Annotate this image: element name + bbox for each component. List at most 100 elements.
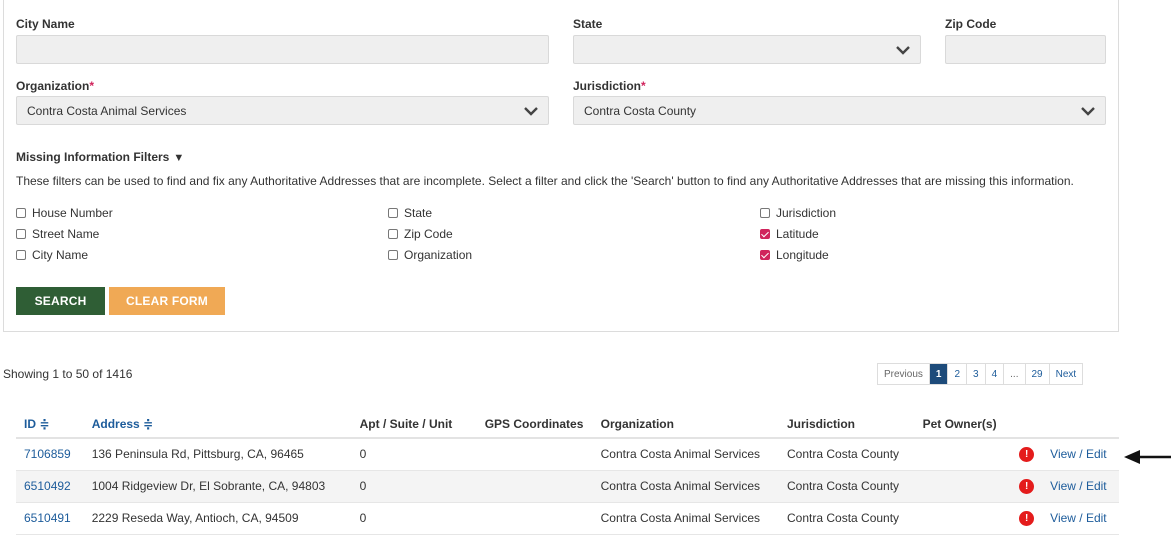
results-count: Showing 1 to 50 of 1416 [3,367,133,381]
checkbox-checked[interactable] [760,250,770,260]
row-pet-owners [914,438,1012,471]
checkbox-label: Organization [404,248,473,262]
row-gps [476,438,593,471]
row-organization: Contra Costa Animal Services [592,502,779,535]
state-select[interactable] [573,35,921,64]
pagination-next[interactable]: Next [1050,364,1083,384]
column-header-actions [1042,411,1119,439]
checkbox[interactable] [760,208,770,218]
chevron-down-icon [1081,107,1095,116]
organization-select-value: Contra Costa Animal Services [27,103,187,118]
column-header-address[interactable]: Address ≑ [83,411,352,439]
row-address: 2229 Reseda Way, Antioch, CA, 94509 [83,502,352,535]
jurisdiction-select[interactable]: Contra Costa County [573,96,1106,125]
pagination-page-2[interactable]: 2 [948,364,968,384]
row-gps [476,470,593,503]
checkbox-label: Latitude [776,227,819,241]
checkbox-checked[interactable] [760,229,770,239]
search-button[interactable]: SEARCH [16,287,105,315]
column-header-pet-owners: Pet Owner(s) [914,411,1012,439]
checkbox-label: Jurisdiction [776,206,837,220]
jurisdiction-label: Jurisdiction* [573,79,646,93]
organization-select[interactable]: Contra Costa Animal Services [16,96,549,125]
filter-organization[interactable]: Organization [388,248,472,262]
table-row: 6510491 2229 Reseda Way, Antioch, CA, 94… [16,502,1119,535]
row-id-link[interactable]: 7106859 [16,438,84,471]
filter-jurisdiction[interactable]: Jurisdiction [760,206,836,220]
table-row: 6510492 1004 Ridgeview Dr, El Sobrante, … [16,470,1119,503]
checkbox[interactable] [16,229,26,239]
filter-street-name[interactable]: Street Name [16,227,99,241]
row-unit: 0 [351,470,477,503]
city-name-input[interactable] [16,35,549,64]
filters-description: These filters can be used to find and fi… [16,174,1074,188]
clear-form-button[interactable]: CLEAR FORM [109,287,225,315]
row-address: 1004 Ridgeview Dr, El Sobrante, CA, 9480… [83,470,352,503]
column-header-jurisdiction: Jurisdiction [779,411,915,439]
row-organization: Contra Costa Animal Services [592,438,779,471]
filter-house-number[interactable]: House Number [16,206,113,220]
checkbox[interactable] [388,208,398,218]
row-alert-cell: ! [1011,470,1043,503]
table-row: 7106859 136 Peninsula Rd, Pittsburg, CA,… [16,438,1119,471]
required-marker: * [89,79,95,93]
state-label: State [573,17,603,31]
filters-title: Missing Information Filters [16,150,170,164]
chevron-down-icon [524,107,538,116]
organization-label-text: Organization [16,79,90,93]
row-pet-owners [914,470,1012,503]
pagination-previous[interactable]: Previous [878,364,930,384]
filter-latitude[interactable]: Latitude [760,227,819,241]
column-header-id[interactable]: ID ≑ [16,411,84,439]
pagination-page-1[interactable]: 1 [929,364,949,384]
exclamation-circle-icon: ! [1019,447,1035,463]
row-jurisdiction: Contra Costa County [779,470,915,503]
checkbox-label: Longitude [776,248,829,262]
column-header-unit: Apt / Suite / Unit [351,411,477,439]
checkbox[interactable] [16,208,26,218]
pagination: Previous 1 2 3 4 ... 29 Next [877,363,1084,385]
view-edit-link[interactable]: View / Edit [1042,502,1119,535]
filter-city-name[interactable]: City Name [16,248,88,262]
addresses-table: ID ≑ Address ≑ Apt / Suite / Unit GPS Co… [16,411,1119,535]
exclamation-circle-icon: ! [1019,479,1035,494]
column-header-organization: Organization [592,411,779,439]
table-header-row: ID ≑ Address ≑ Apt / Suite / Unit GPS Co… [16,411,1119,439]
exclamation-circle-icon: ! [1019,511,1035,526]
column-header-gps: GPS Coordinates [476,411,593,439]
arrow-left-icon [1124,450,1171,464]
filter-longitude[interactable]: Longitude [760,248,829,262]
row-unit: 0 [351,502,477,535]
jurisdiction-select-value: Contra Costa County [584,103,697,118]
filter-zip-code[interactable]: Zip Code [388,227,453,241]
checkbox[interactable] [16,250,26,260]
pagination-page-3[interactable]: 3 [967,364,986,384]
checkbox[interactable] [388,250,398,260]
checkbox[interactable] [388,229,398,239]
checkbox-label: Zip Code [404,227,453,241]
row-unit: 0 [351,438,477,471]
row-alert-cell: ! [1011,438,1043,471]
row-address: 136 Peninsula Rd, Pittsburg, CA, 96465 [83,438,352,471]
organization-label: Organization* [16,79,94,93]
row-organization: Contra Costa Animal Services [592,470,779,503]
checkbox-label: Street Name [32,227,100,241]
row-id-link[interactable]: 6510492 [16,470,84,503]
pagination-page-4[interactable]: 4 [986,364,1005,384]
row-id-link[interactable]: 6510491 [16,502,84,535]
required-marker: * [641,79,646,93]
pagination-ellipsis: ... [1004,364,1026,384]
city-name-label: City Name [16,17,75,31]
row-gps [476,502,593,535]
row-jurisdiction: Contra Costa County [779,502,915,535]
pagination-page-29[interactable]: 29 [1026,364,1050,384]
row-alert-cell: ! [1011,502,1043,535]
checkbox-label: State [404,206,433,220]
filter-state[interactable]: State [388,206,432,220]
chevron-down-icon [896,46,910,55]
row-jurisdiction: Contra Costa County [779,438,915,471]
view-edit-link[interactable]: View / Edit [1042,470,1119,503]
view-edit-link[interactable]: View / Edit [1042,438,1119,471]
zip-code-input[interactable] [945,35,1106,64]
missing-information-filters-toggle[interactable]: Missing Information Filters ▼ [16,150,184,164]
